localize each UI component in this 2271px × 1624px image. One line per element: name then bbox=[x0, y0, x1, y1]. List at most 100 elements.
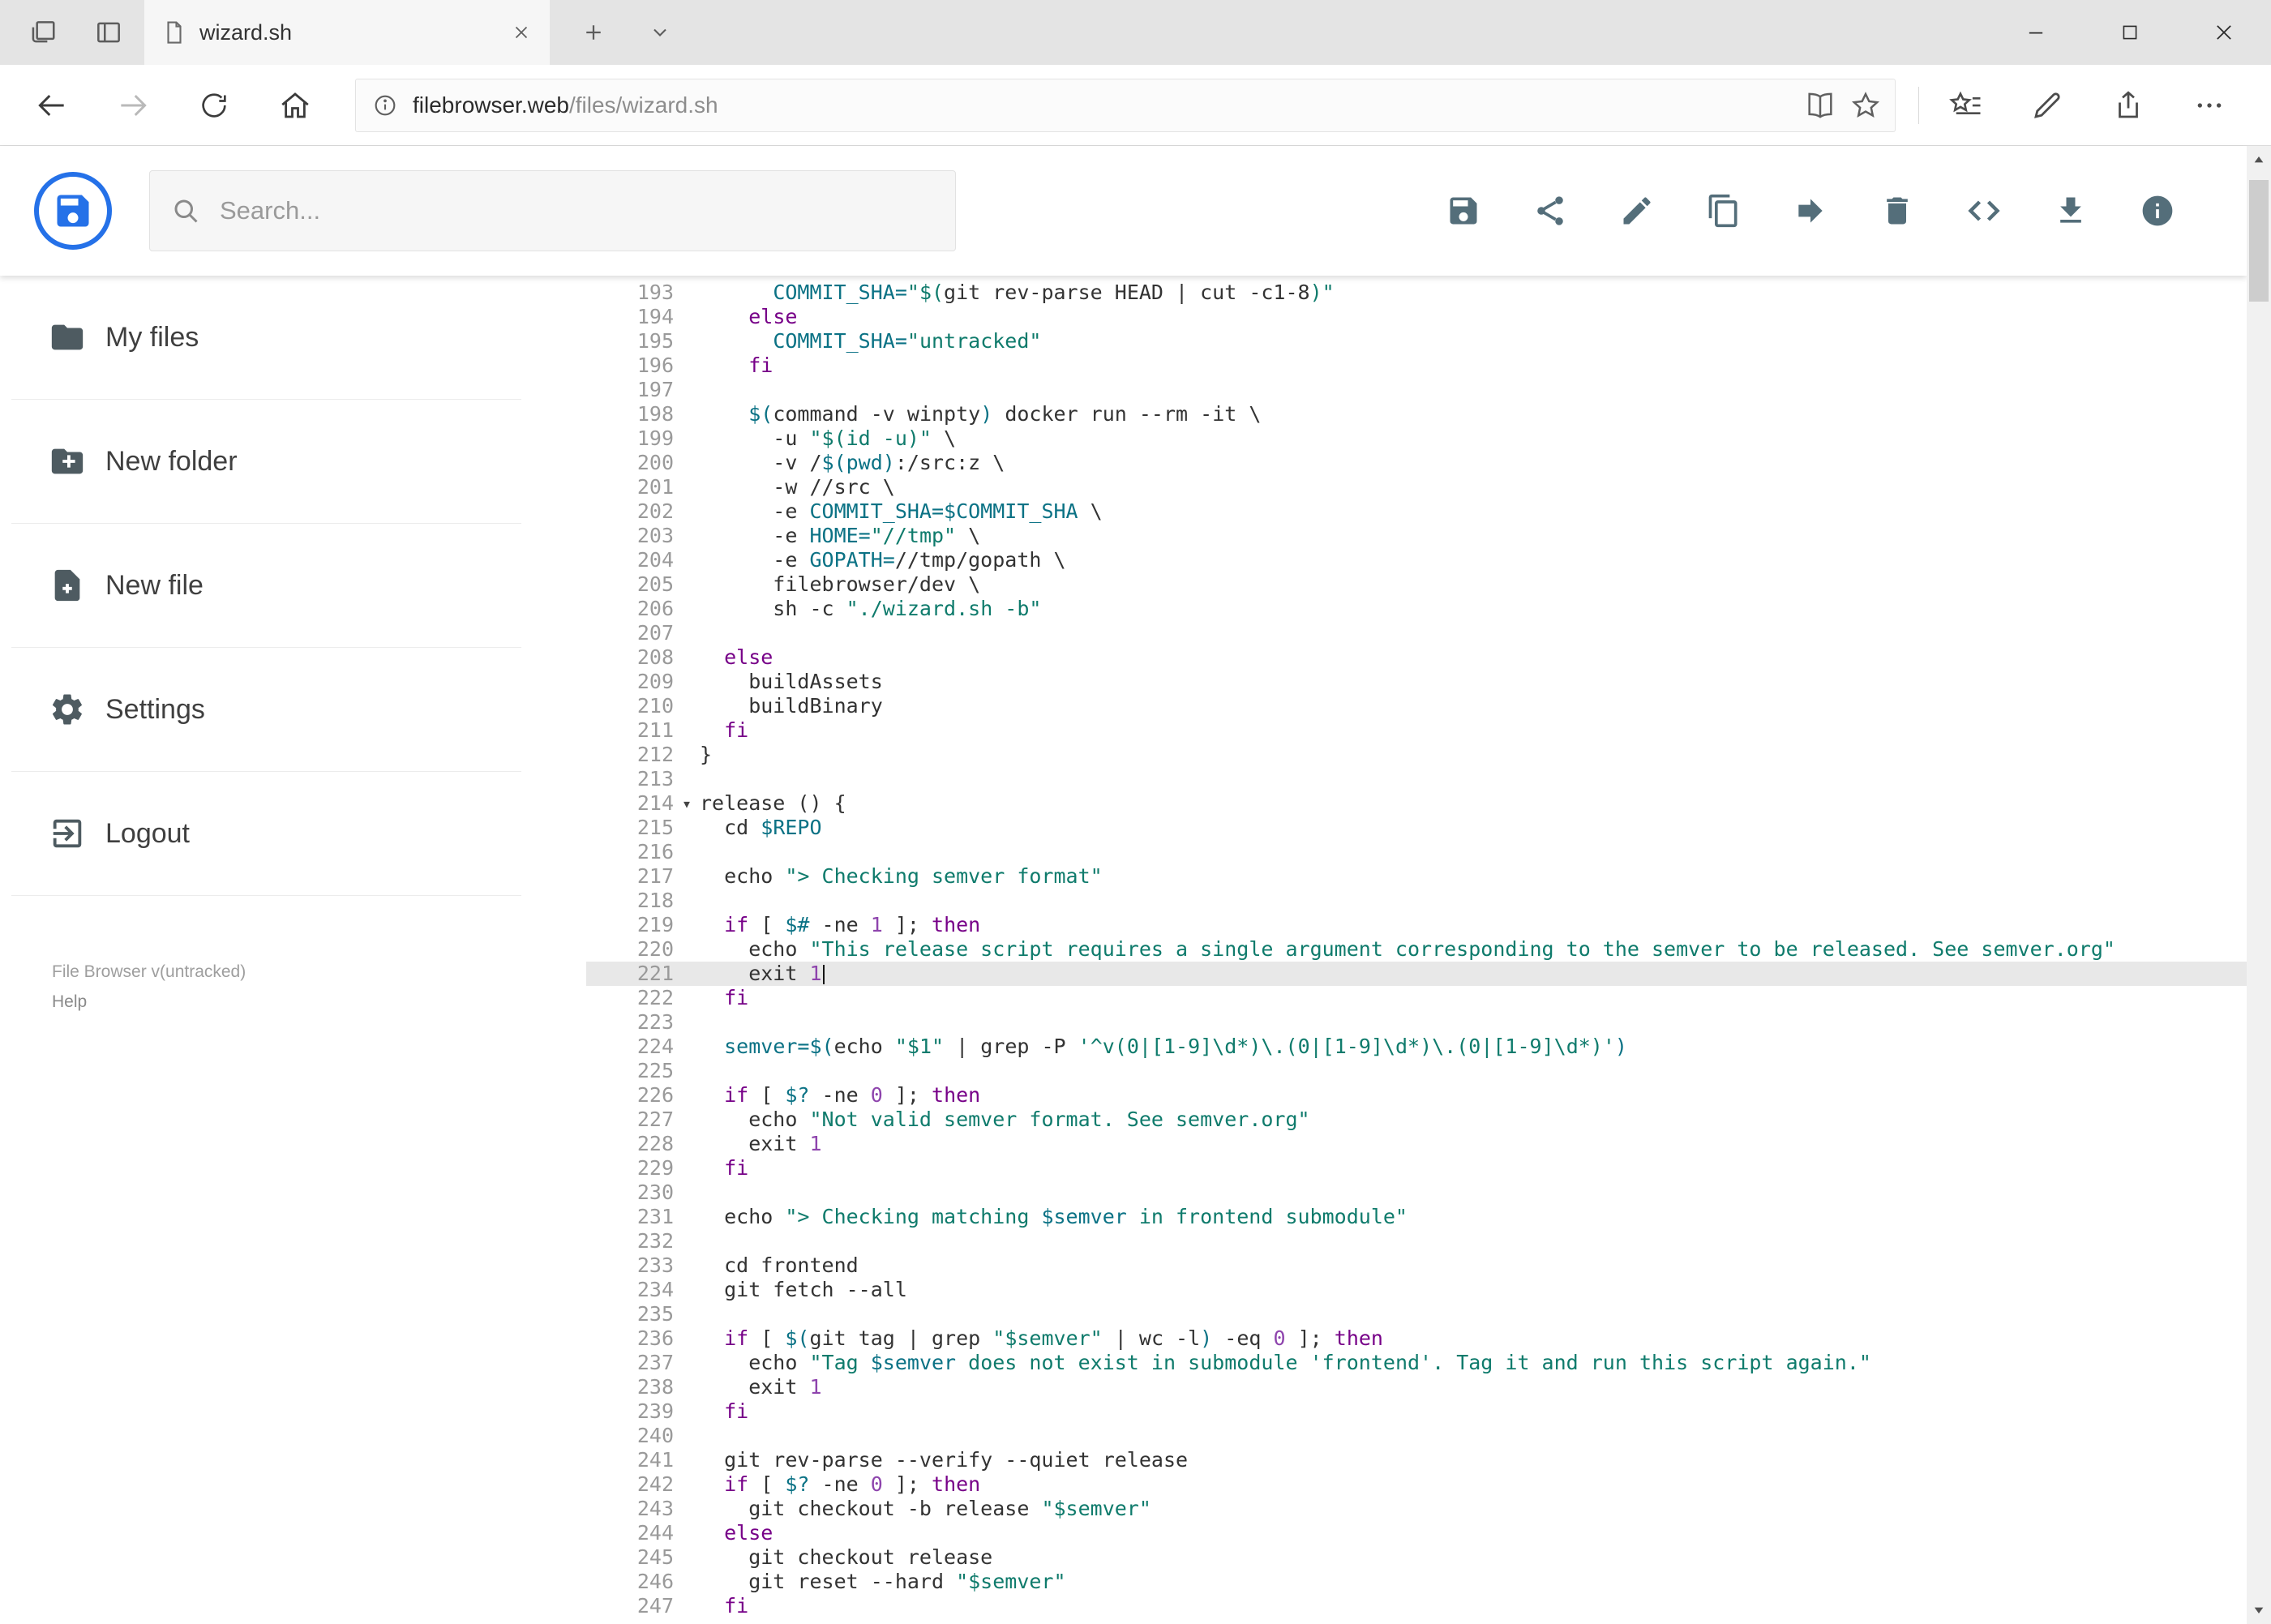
code-line[interactable]: 196 fi bbox=[586, 354, 2247, 378]
code-line[interactable]: 235 bbox=[586, 1302, 2247, 1326]
code-line[interactable]: 215 cd $REPO bbox=[586, 816, 2247, 840]
info-icon[interactable] bbox=[2133, 186, 2182, 235]
sidebar-item-settings[interactable]: Settings bbox=[11, 648, 521, 772]
code-line[interactable]: 236 if [ $(git tag | grep "$semver" | wc… bbox=[586, 1326, 2247, 1351]
minimize-button[interactable] bbox=[1989, 0, 2083, 65]
code-line[interactable]: 208 else bbox=[586, 645, 2247, 670]
sidebar-item-my-files[interactable]: My files bbox=[11, 276, 521, 400]
code-line[interactable]: 203 -e HOME="//tmp" \ bbox=[586, 524, 2247, 548]
address-bar[interactable]: filebrowser.web/files/wizard.sh bbox=[355, 78, 1896, 132]
code-line[interactable]: 233 cd frontend bbox=[586, 1253, 2247, 1278]
back-icon[interactable] bbox=[11, 71, 92, 139]
refresh-icon[interactable] bbox=[174, 71, 255, 139]
move-icon[interactable] bbox=[1786, 186, 1835, 235]
code-line[interactable]: 226 if [ $? -ne 0 ]; then bbox=[586, 1083, 2247, 1108]
code-line[interactable]: 209 buildAssets bbox=[586, 670, 2247, 694]
code-line[interactable]: 204 -e GOPATH=//tmp/gopath \ bbox=[586, 548, 2247, 572]
code-line[interactable]: 237 echo "Tag $semver does not exist in … bbox=[586, 1351, 2247, 1375]
code-line[interactable]: 228 exit 1 bbox=[586, 1132, 2247, 1156]
site-info-icon[interactable] bbox=[362, 83, 408, 128]
code-line[interactable]: 206 sh -c "./wizard.sh -b" bbox=[586, 597, 2247, 621]
code-line[interactable]: 232 bbox=[586, 1229, 2247, 1253]
save-icon[interactable] bbox=[1439, 186, 1488, 235]
code-line[interactable]: 207 bbox=[586, 621, 2247, 645]
code-line[interactable]: 195 COMMIT_SHA="untracked" bbox=[586, 329, 2247, 354]
tab-preview-icon[interactable] bbox=[86, 10, 131, 55]
search-input[interactable] bbox=[220, 196, 934, 225]
scrollbar-thumb[interactable] bbox=[2249, 180, 2269, 302]
sidebar-item-logout[interactable]: Logout bbox=[11, 772, 521, 896]
code-line[interactable]: 227 echo "Not valid semver format. See s… bbox=[586, 1108, 2247, 1132]
home-icon[interactable] bbox=[255, 71, 336, 139]
browser-tab[interactable]: wizard.sh bbox=[144, 0, 550, 65]
more-icon[interactable] bbox=[2169, 71, 2250, 139]
code-line[interactable]: 240 bbox=[586, 1424, 2247, 1448]
favorite-star-icon[interactable] bbox=[1843, 83, 1888, 128]
tab-close-icon[interactable] bbox=[511, 22, 532, 43]
code-line[interactable]: 214 ▾ release () { bbox=[586, 791, 2247, 816]
fold-arrow-icon[interactable]: ▾ bbox=[674, 791, 700, 816]
code-line[interactable]: 200 -v /$(pwd):/src:z \ bbox=[586, 451, 2247, 475]
code-line[interactable]: 199 -u "$(id -u)" \ bbox=[586, 426, 2247, 451]
code-line[interactable]: 210 buildBinary bbox=[586, 694, 2247, 718]
url-text[interactable]: filebrowser.web/files/wizard.sh bbox=[413, 92, 1798, 118]
web-note-pen-icon[interactable] bbox=[2007, 71, 2088, 139]
favorites-hub-icon[interactable] bbox=[1926, 71, 2007, 139]
scroll-down-icon[interactable] bbox=[2247, 1596, 2271, 1624]
code-line[interactable]: 202 -e COMMIT_SHA=$COMMIT_SHA \ bbox=[586, 499, 2247, 524]
code-line[interactable]: 198 $(command -v winpty) docker run --rm… bbox=[586, 402, 2247, 426]
download-icon[interactable] bbox=[2046, 186, 2095, 235]
copy-icon[interactable] bbox=[1699, 186, 1748, 235]
edit-icon[interactable] bbox=[1613, 186, 1661, 235]
delete-icon[interactable] bbox=[1873, 186, 1922, 235]
code-line[interactable]: 222 fi bbox=[586, 986, 2247, 1010]
code-line[interactable]: 238 exit 1 bbox=[586, 1375, 2247, 1399]
code-line[interactable]: 229 fi bbox=[586, 1156, 2247, 1181]
code-line[interactable]: 225 bbox=[586, 1059, 2247, 1083]
code-line[interactable]: 224 semver=$(echo "$1" | grep -P '^v(0|[… bbox=[586, 1035, 2247, 1059]
sidebar-item-new-folder[interactable]: New folder bbox=[11, 400, 521, 524]
code-line[interactable]: 216 bbox=[586, 840, 2247, 864]
code-line[interactable]: 231 echo "> Checking matching $semver in… bbox=[586, 1205, 2247, 1229]
code-line[interactable]: 193 COMMIT_SHA="$(git rev-parse HEAD | c… bbox=[586, 281, 2247, 305]
filebrowser-logo[interactable] bbox=[34, 172, 112, 250]
code-line[interactable]: 239 fi bbox=[586, 1399, 2247, 1424]
code-line[interactable]: 212} bbox=[586, 743, 2247, 767]
code-line[interactable]: 201 -w //src \ bbox=[586, 475, 2247, 499]
code-editor[interactable]: 193 COMMIT_SHA="$(git rev-parse HEAD | c… bbox=[586, 276, 2247, 1624]
code-line[interactable]: 218 bbox=[586, 889, 2247, 913]
scroll-up-icon[interactable] bbox=[2247, 146, 2271, 174]
share-icon[interactable] bbox=[1526, 186, 1575, 235]
code-line[interactable]: 205 filebrowser/dev \ bbox=[586, 572, 2247, 597]
vertical-scrollbar[interactable] bbox=[2247, 146, 2271, 1624]
code-line[interactable]: 220 echo "This release script requires a… bbox=[586, 937, 2247, 962]
code-line[interactable]: 241 git rev-parse --verify --quiet relea… bbox=[586, 1448, 2247, 1472]
code-line[interactable]: 213 bbox=[586, 767, 2247, 791]
code-line[interactable]: 194 else bbox=[586, 305, 2247, 329]
code-line[interactable]: 230 bbox=[586, 1181, 2247, 1205]
chevron-down-icon[interactable] bbox=[637, 10, 683, 55]
code-line[interactable]: 243 git checkout -b release "$semver" bbox=[586, 1497, 2247, 1521]
code-icon[interactable] bbox=[1960, 186, 2008, 235]
code-line[interactable]: 211 fi bbox=[586, 718, 2247, 743]
reading-view-icon[interactable] bbox=[1798, 83, 1843, 128]
maximize-button[interactable] bbox=[2083, 0, 2177, 65]
code-line[interactable]: 244 else bbox=[586, 1521, 2247, 1545]
code-line[interactable]: 197 bbox=[586, 378, 2247, 402]
code-line[interactable]: 247 fi bbox=[586, 1594, 2247, 1618]
code-line[interactable]: 219 if [ $# -ne 1 ]; then bbox=[586, 913, 2247, 937]
forward-icon[interactable] bbox=[92, 71, 174, 139]
sidebar-item-new-file[interactable]: New file bbox=[11, 524, 521, 648]
code-line[interactable]: 245 git checkout release bbox=[586, 1545, 2247, 1570]
code-line[interactable]: 217 echo "> Checking semver format" bbox=[586, 864, 2247, 889]
help-link[interactable]: Help bbox=[52, 987, 246, 1017]
search-bar[interactable] bbox=[149, 170, 956, 251]
code-line[interactable]: 246 git reset --hard "$semver" bbox=[586, 1570, 2247, 1594]
code-line[interactable]: 234 git fetch --all bbox=[586, 1278, 2247, 1302]
close-button[interactable] bbox=[2177, 0, 2271, 65]
code-line[interactable]: 221 exit 1 bbox=[586, 962, 2247, 986]
code-line[interactable]: 223 bbox=[586, 1010, 2247, 1035]
code-line[interactable]: 242 if [ $? -ne 0 ]; then bbox=[586, 1472, 2247, 1497]
set-tabs-aside-icon[interactable] bbox=[19, 10, 65, 55]
share-page-icon[interactable] bbox=[2088, 71, 2169, 139]
